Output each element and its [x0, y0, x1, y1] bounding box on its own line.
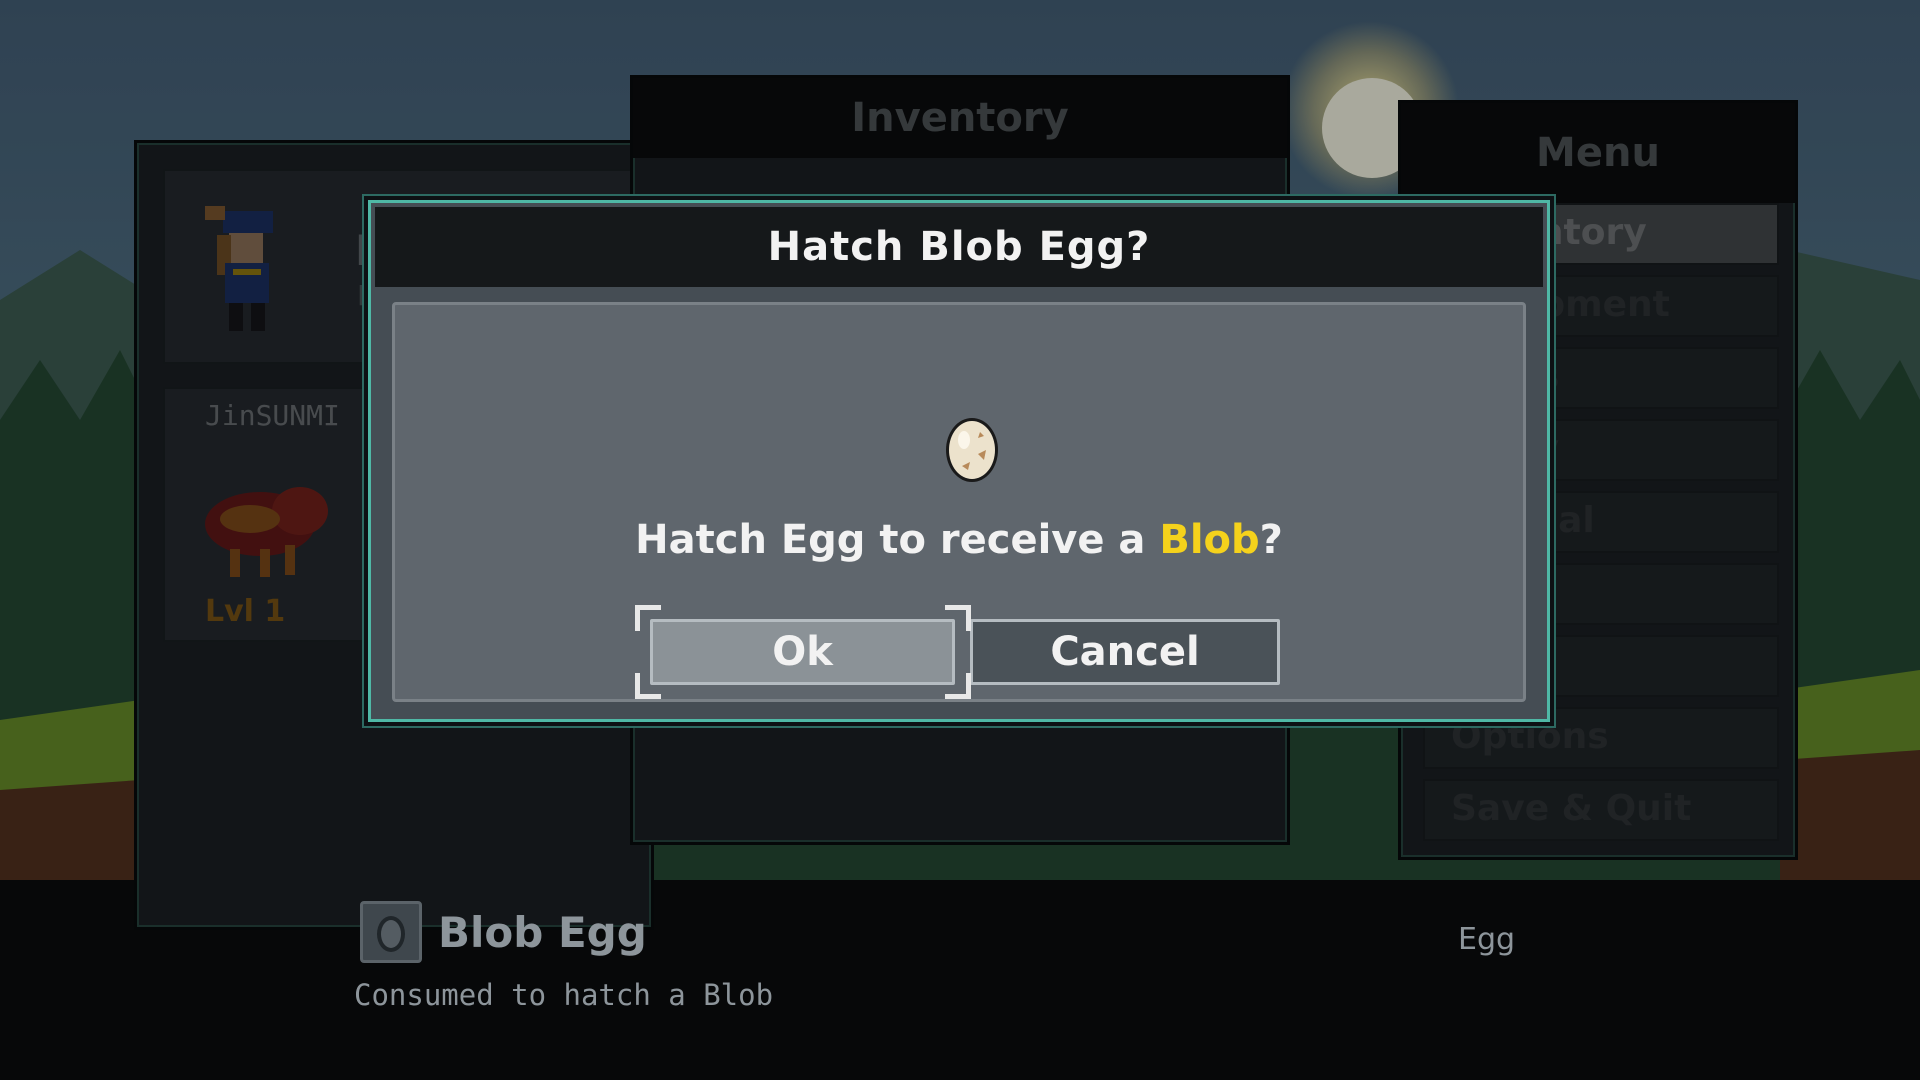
dialog-message: Hatch Egg to receive a Blob?	[395, 517, 1523, 563]
item-type: Egg	[1458, 922, 1516, 957]
item-icon-box	[360, 901, 422, 963]
selection-cursor-corner	[945, 673, 971, 699]
message-prefix: Hatch Egg to receive a	[635, 517, 1160, 563]
selection-cursor-corner	[635, 605, 661, 631]
message-suffix: ?	[1259, 517, 1283, 563]
message-highlight: Blob	[1159, 517, 1260, 563]
cancel-button[interactable]: Cancel	[970, 619, 1280, 685]
dialog-title: Hatch Blob Egg?	[375, 207, 1543, 287]
hatch-dialog: Hatch Blob Egg? Hatch Egg to receive a B…	[364, 196, 1554, 726]
dialog-body: Hatch Egg to receive a Blob? Ok Cancel	[392, 302, 1526, 702]
item-description: Consumed to hatch a Blob	[354, 978, 774, 1012]
selection-cursor-corner	[945, 605, 971, 631]
item-name: Blob Egg	[438, 908, 647, 957]
egg-icon	[946, 418, 998, 482]
egg-silhouette-icon	[377, 916, 405, 952]
selection-cursor-corner	[635, 673, 661, 699]
ok-button[interactable]: Ok	[650, 619, 955, 685]
